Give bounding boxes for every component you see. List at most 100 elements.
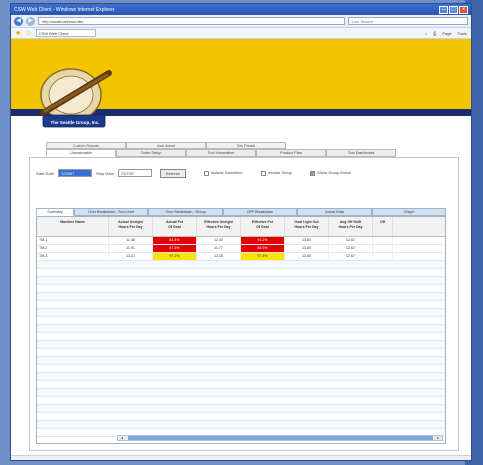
- tab-unwatchable[interactable]: Unwatchable: [46, 149, 116, 157]
- header-offshift-hours[interactable]: Avg Off Shift Hours Per Day: [329, 217, 373, 236]
- empty-row: [37, 261, 445, 269]
- table-cell: TM-1: [37, 237, 109, 244]
- table-cell: [373, 245, 393, 252]
- table-cell: 86.5%: [241, 245, 285, 252]
- horizontal-scrollbar[interactable]: ◂ ▸: [117, 435, 443, 441]
- table-cell: 11.48: [109, 237, 153, 244]
- close-button[interactable]: ×: [459, 5, 468, 14]
- table-cell: TM-3: [37, 253, 109, 260]
- tab-dev-panels[interactable]: Dev Panels: [206, 142, 286, 149]
- header-machine-name[interactable]: Machine Name: [37, 217, 109, 236]
- table-cell: 12.40: [197, 237, 241, 244]
- start-date-input[interactable]: 7/20/07: [58, 169, 93, 177]
- favorites-star-icon[interactable]: ★: [15, 30, 21, 37]
- subtab-actual-data[interactable]: Actual Data: [297, 208, 372, 216]
- table-cell: 13.60: [285, 237, 329, 244]
- start-date-label: Start Date: [36, 170, 55, 176]
- sub-tab-row: Summary Over Breakdown - Tool Level Over…: [36, 208, 447, 216]
- empty-row: [37, 285, 445, 293]
- table-cell: 97.4%: [241, 253, 285, 260]
- header-actual-pct[interactable]: Actual Pct Of Goal: [153, 217, 197, 236]
- grid-body: TM-1 11.48 84.4% 12.40 91.2% 13.60 12.67 TM-2 11…: [37, 237, 445, 437]
- empty-row: [37, 397, 445, 405]
- scroll-right-icon[interactable]: ▸: [435, 435, 441, 440]
- scroll-left-icon[interactable]: ◂: [119, 435, 125, 440]
- empty-row: [37, 277, 445, 285]
- tab-custom-reports[interactable]: Custom Reports: [46, 142, 126, 149]
- maximize-button[interactable]: □: [449, 5, 458, 14]
- address-input[interactable]: http://localhost/csw.htm: [38, 17, 345, 25]
- empty-row: [37, 325, 445, 333]
- table-cell: 12.67: [329, 237, 373, 244]
- subtab-opp-breakdown[interactable]: OPP Breakdown: [222, 208, 298, 216]
- subtab-over-breakdown-tool[interactable]: Over Breakdown - Tool Level: [74, 208, 149, 216]
- table-cell: 97.1%: [153, 253, 197, 260]
- table-cell: 12.67: [329, 245, 373, 252]
- subtab-over-breakdown-group[interactable]: Over Breakdown - Group: [148, 208, 223, 216]
- table-cell: 13.60: [285, 245, 329, 252]
- scroll-thumb[interactable]: [128, 436, 433, 440]
- table-row[interactable]: TM-2 11.91 87.5% 11.77 86.5% 13.60 12.67: [37, 245, 445, 253]
- tab-product-plan[interactable]: Product Plan: [256, 149, 326, 157]
- main-tab-row: Unwatchable Order Setup Tool Information…: [46, 149, 396, 157]
- home-icon[interactable]: ⌂: [425, 31, 427, 36]
- empty-row: [37, 373, 445, 381]
- header-effective-pct[interactable]: Effective Pct Of Goal: [241, 217, 285, 236]
- table-cell: [373, 237, 393, 244]
- tools-menu[interactable]: Tools: [458, 31, 467, 36]
- window-title: CSW Web Client - Windows Internet Explor…: [14, 6, 115, 13]
- minimize-button[interactable]: –: [439, 5, 448, 14]
- empty-row: [37, 421, 445, 429]
- table-row[interactable]: TM-3 13.21 97.1% 13.25 97.4% 13.60 12.67: [37, 253, 445, 261]
- empty-row: [37, 413, 445, 421]
- header-effective-hours[interactable]: Effective Uneight Hours Per Day: [197, 217, 241, 236]
- empty-row: [37, 405, 445, 413]
- page-tab[interactable]: CSW Web Client: [35, 29, 96, 37]
- stop-date-input[interactable]: 7/27/07: [117, 169, 152, 177]
- top-tab-row: Custom Reports User Admin Dev Panels: [46, 142, 286, 149]
- title-bar: CSW Web Client - Windows Internet Explor…: [11, 4, 471, 15]
- empty-row: [37, 357, 445, 365]
- subtab-graph[interactable]: Graph: [371, 208, 447, 216]
- favorites-bar: ★ ☆ CSW Web Client ⌂ ⎙ Page Tools: [11, 28, 471, 39]
- empty-row: [37, 301, 445, 309]
- subtab-summary[interactable]: Summary: [36, 208, 74, 216]
- empty-row: [37, 293, 445, 301]
- add-favorite-icon[interactable]: ☆: [25, 30, 31, 37]
- table-cell: 84.4%: [153, 237, 197, 244]
- page-menu[interactable]: Page: [442, 31, 451, 36]
- header-actual-hours[interactable]: Actual Uneight Hours Per Day: [109, 217, 153, 236]
- empty-row: [37, 365, 445, 373]
- table-cell: 13.60: [285, 253, 329, 260]
- table-cell: 11.91: [109, 245, 153, 252]
- refresh-button[interactable]: Refresh: [159, 168, 186, 178]
- empty-row: [37, 349, 445, 357]
- include-downtime-checkbox[interactable]: Include Downtime: [203, 170, 243, 176]
- web-page: The Seattle Group, Inc. Custom Reports U…: [11, 39, 471, 460]
- browser-window: CSW Web Client - Windows Internet Explor…: [10, 3, 472, 461]
- include-setup-checkbox[interactable]: Include Setup: [260, 170, 292, 176]
- address-bar: ◀ ▶ http://localhost/csw.htm Live Search: [11, 15, 471, 28]
- forward-icon[interactable]: ▶: [26, 16, 35, 26]
- empty-row: [37, 269, 445, 277]
- tab-order-setup[interactable]: Order Setup: [116, 149, 186, 157]
- show-group-detail-checkbox[interactable]: Show Group Detail: [310, 170, 351, 176]
- logo-text: The Seattle Group, Inc.: [50, 120, 100, 125]
- grid-header: Machine Name Actual Uneight Hours Per Da…: [37, 217, 445, 237]
- table-cell: [373, 253, 393, 260]
- header-off[interactable]: Off: [373, 217, 393, 236]
- header-goal-hours[interactable]: Goal Light Out Hours Per Day: [285, 217, 329, 236]
- table-row[interactable]: TM-1 11.48 84.4% 12.40 91.2% 13.60 12.67: [37, 237, 445, 245]
- empty-row: [37, 381, 445, 389]
- back-icon[interactable]: ◀: [14, 16, 23, 26]
- tab-tool-information[interactable]: Tool Information: [186, 149, 256, 157]
- tab-user-admin[interactable]: User Admin: [126, 142, 206, 149]
- empty-row: [37, 317, 445, 325]
- summary-grid: Machine Name Actual Uneight Hours Per Da…: [36, 216, 446, 444]
- table-cell: 13.21: [109, 253, 153, 260]
- print-icon[interactable]: ⎙: [433, 31, 436, 36]
- search-input[interactable]: Live Search: [348, 17, 468, 25]
- table-cell: 13.25: [197, 253, 241, 260]
- tab-tool-dashboard[interactable]: Tool Dashboard: [326, 149, 396, 157]
- status-bar: [11, 455, 471, 460]
